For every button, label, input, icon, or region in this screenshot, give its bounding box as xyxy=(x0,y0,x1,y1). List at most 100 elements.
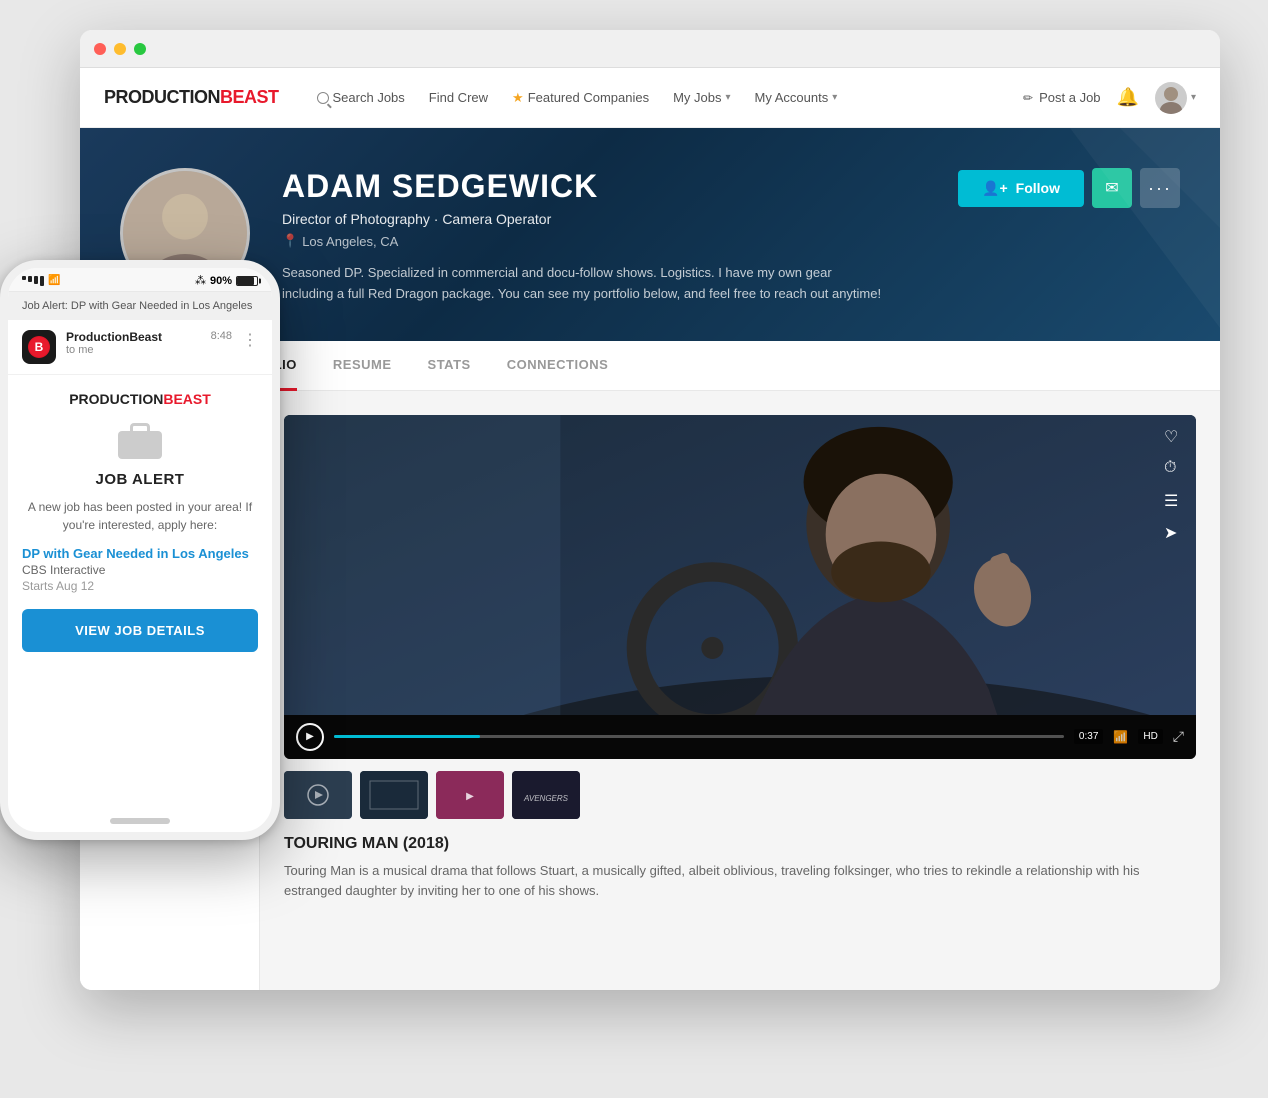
logo[interactable]: PRODUCTIONBEAST xyxy=(104,87,279,108)
tab-connections[interactable]: CONNECTIONS xyxy=(507,341,609,391)
notif-content: ProductionBeast to me xyxy=(66,330,201,356)
briefcase-icon xyxy=(118,423,162,459)
thumbnail-1[interactable] xyxy=(284,771,352,819)
window-minimize-button[interactable] xyxy=(114,43,126,55)
follow-button[interactable]: 👤+ Follow xyxy=(958,170,1084,207)
user-menu[interactable]: ▾ xyxy=(1155,82,1196,114)
content-panel: ♡ ⏱ ☰ ➤ ▶ 0:37 📶 HD ⤢ xyxy=(260,391,1220,990)
more-options-button[interactable]: ··· xyxy=(1140,168,1180,208)
svg-text:AVENGERS: AVENGERS xyxy=(523,794,569,803)
view-job-details-button[interactable]: VIEW JOB DETAILS xyxy=(22,609,258,652)
chevron-down-icon: ▾ xyxy=(832,92,837,103)
volume-icon: 📶 xyxy=(1113,730,1128,744)
tab-resume[interactable]: RESUME xyxy=(333,341,392,391)
window-maximize-button[interactable] xyxy=(134,43,146,55)
person-add-icon: 👤+ xyxy=(982,180,1008,197)
tab-stats[interactable]: STATS xyxy=(428,341,471,391)
avatar xyxy=(1155,82,1187,114)
hd-badge: HD xyxy=(1138,729,1162,744)
fullscreen-icon[interactable]: ⤢ xyxy=(1173,728,1184,745)
signal-bar-4 xyxy=(40,276,44,286)
notif-app-icon: B xyxy=(22,330,56,364)
video-thumbnail-strip: ▶ AVENGERS xyxy=(284,771,1196,819)
video-duration: 0:37 xyxy=(1074,729,1103,744)
search-icon xyxy=(317,92,329,104)
notif-sender-name: ProductionBeast xyxy=(66,330,201,344)
mobile-phone: 📶 ⁂ 90% Job Alert: DP with Gear Needed i… xyxy=(0,260,280,840)
svg-text:▶: ▶ xyxy=(466,791,474,802)
ellipsis-icon: ··· xyxy=(1148,178,1172,199)
briefcase-body xyxy=(118,431,162,459)
nav-links: Search Jobs Find Crew ★ Featured Compani… xyxy=(307,84,1024,112)
nav-my-accounts[interactable]: My Accounts ▾ xyxy=(745,84,848,111)
hero-decoration xyxy=(920,128,1220,328)
phone-notification-row[interactable]: B ProductionBeast to me 8:48 ⋮ xyxy=(8,320,272,375)
profile-role: Director of Photography · Camera Operato… xyxy=(282,211,926,227)
watch-later-icon[interactable]: ⏱ xyxy=(1164,459,1184,479)
wifi-icon: 📶 xyxy=(48,275,60,286)
chevron-down-icon: ▾ xyxy=(1191,92,1196,103)
pencil-icon: ✏ xyxy=(1023,91,1033,105)
nav-find-crew[interactable]: Find Crew xyxy=(419,84,498,111)
message-button[interactable]: ✉ xyxy=(1092,168,1132,208)
profile-location: 📍 Los Angeles, CA xyxy=(282,233,926,249)
location-pin-icon: 📍 xyxy=(282,233,298,249)
thumbnail-4[interactable]: AVENGERS xyxy=(512,771,580,819)
profile-name: ADAM SEDGEWICK xyxy=(282,168,926,205)
play-button[interactable]: ▶ xyxy=(296,723,324,751)
job-company: CBS Interactive xyxy=(22,563,258,577)
nav-featured-companies[interactable]: ★ Featured Companies xyxy=(502,84,659,112)
navigation: PRODUCTIONBEAST Search Jobs Find Crew ★ … xyxy=(80,68,1220,128)
job-alert-icon-area xyxy=(22,423,258,459)
nav-search-jobs[interactable]: Search Jobs xyxy=(307,84,415,111)
window-close-button[interactable] xyxy=(94,43,106,55)
thumbnail-2[interactable] xyxy=(360,771,428,819)
job-alert-text: A new job has been posted in your area! … xyxy=(22,498,258,534)
job-link[interactable]: DP with Gear Needed in Los Angeles xyxy=(22,546,258,561)
job-start-date: Starts Aug 12 xyxy=(22,579,258,593)
secondary-role: Camera Operator xyxy=(442,211,551,227)
share-icon[interactable]: ➤ xyxy=(1164,523,1184,543)
phone-signal-area: 📶 xyxy=(22,275,60,286)
profile-actions: 👤+ Follow ✉ ··· xyxy=(958,168,1180,208)
logo-production: PRODUCTION xyxy=(104,87,220,107)
profile-info: ADAM SEDGEWICK Director of Photography ·… xyxy=(282,168,926,305)
thumbnail-3[interactable]: ▶ xyxy=(436,771,504,819)
phone-frame: 📶 ⁂ 90% Job Alert: DP with Gear Needed i… xyxy=(0,260,280,840)
bluetooth-icon: ⁂ xyxy=(195,274,206,287)
envelope-icon: ✉ xyxy=(1105,178,1118,198)
notif-timestamp: 8:48 xyxy=(211,330,232,342)
signal-strength-icon xyxy=(22,276,44,286)
phone-status-bar: 📶 ⁂ 90% xyxy=(8,268,272,292)
phone-body: PRODUCTIONBEAST JOB ALERT A new job has … xyxy=(8,375,272,668)
star-icon: ★ xyxy=(512,90,524,106)
battery-icon xyxy=(236,276,258,286)
video-progress-bar[interactable] xyxy=(334,735,1064,738)
notif-recipient: to me xyxy=(66,344,201,356)
chevron-down-icon: ▾ xyxy=(726,92,731,103)
notifications-icon[interactable]: 🔔 xyxy=(1117,87,1139,108)
signal-bar-3 xyxy=(34,276,38,284)
primary-role: Director of Photography xyxy=(282,211,430,227)
notif-more-button[interactable]: ⋮ xyxy=(242,330,258,350)
logo-beast: BEAST xyxy=(220,87,279,107)
battery-percentage: 90% xyxy=(210,275,232,287)
phone-logo-beast: BEAST xyxy=(163,391,210,407)
nav-my-jobs[interactable]: My Jobs ▾ xyxy=(663,84,740,111)
production-beast-icon: B xyxy=(28,336,50,358)
like-icon[interactable]: ♡ xyxy=(1164,427,1184,447)
phone-app-logo: PRODUCTIONBEAST xyxy=(22,391,258,407)
video-frame: ♡ ⏱ ☰ ➤ xyxy=(284,415,1196,715)
signal-bar-1 xyxy=(22,276,26,280)
phone-home-indicator xyxy=(110,818,170,824)
video-player: ♡ ⏱ ☰ ➤ ▶ 0:37 📶 HD ⤢ xyxy=(284,415,1196,759)
phone-logo-production: PRODUCTION xyxy=(69,391,163,407)
playlist-icon[interactable]: ☰ xyxy=(1164,491,1184,511)
phone-alert-header: Job Alert: DP with Gear Needed in Los An… xyxy=(8,292,272,320)
video-progress-fill xyxy=(334,735,480,738)
phone-battery-area: ⁂ 90% xyxy=(195,274,258,287)
profile-bio: Seasoned DP. Specialized in commercial a… xyxy=(282,263,882,305)
post-job-button[interactable]: ✏ Post a Job xyxy=(1023,90,1101,105)
browser-titlebar xyxy=(80,30,1220,68)
job-alert-title: JOB ALERT xyxy=(22,471,258,488)
